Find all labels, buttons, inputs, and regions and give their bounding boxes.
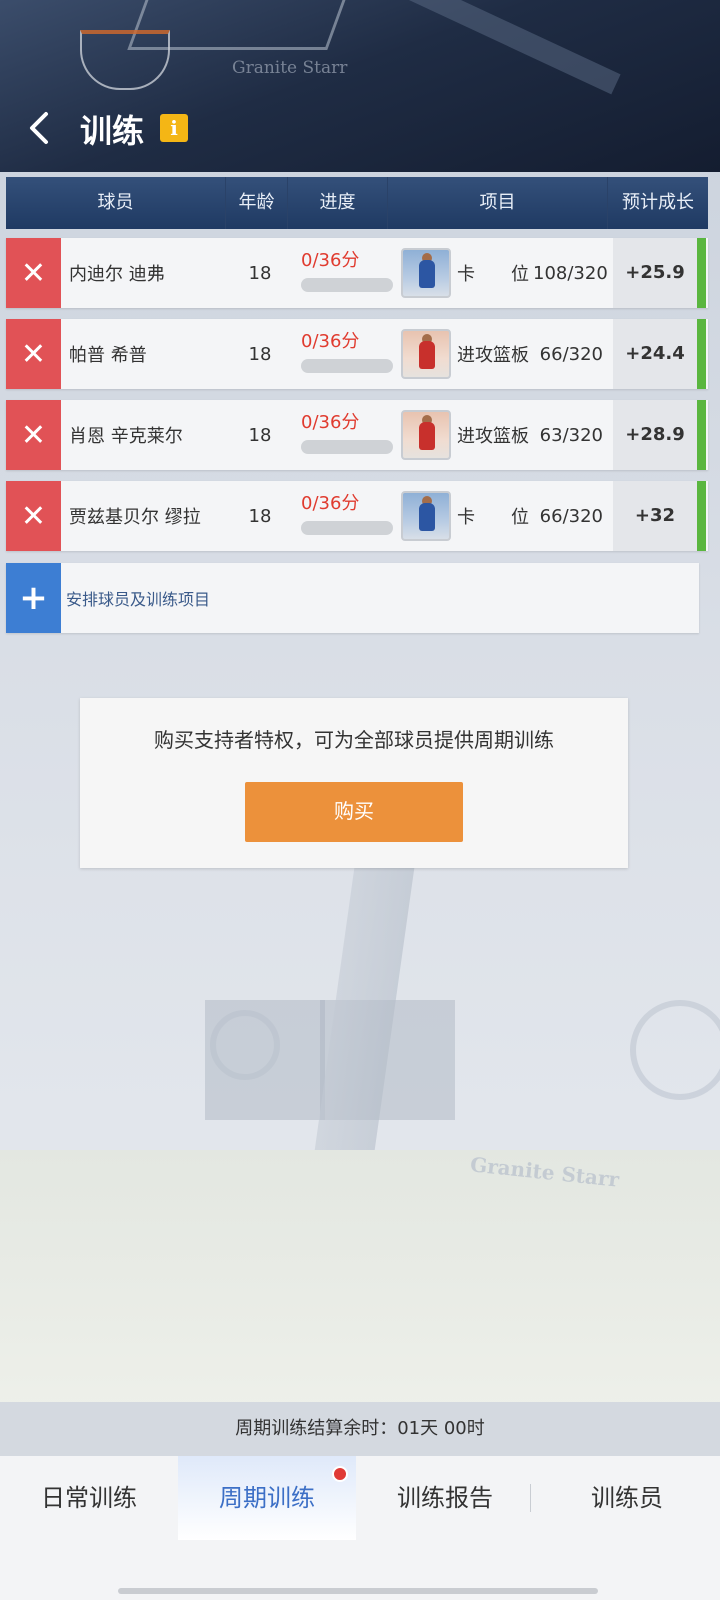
table-row[interactable]: ✕ 内迪尔 迪弗 18 0/36分 卡 位 108/320 +25.9 [6,238,708,308]
skill-score: 108/320 [533,262,608,284]
back-button[interactable] [22,108,58,148]
table-row[interactable]: ✕ 贾兹基贝尔 缪拉 18 0/36分 卡 位 66/320 +32 [6,481,708,551]
court-logo [210,1010,280,1080]
training-item-thumbnail[interactable] [401,248,451,298]
player-figure [419,260,435,288]
court-logo [630,1000,720,1100]
player-figure [419,341,435,369]
player-figure [419,503,435,531]
settlement-countdown: 周期训练结算余时：01天 00时 [0,1402,720,1456]
add-training-label: 安排球员及训练项目 [66,590,211,609]
bottom-tab-bar: 日常训练 周期训练 训练报告 训练员 [0,1456,720,1600]
tab-trainers[interactable]: 训练员 [534,1456,720,1540]
progress-points: 0/36分 [301,493,360,514]
skill-score: 66/320 [539,343,603,365]
row-status-edge [697,238,706,308]
remove-icon[interactable]: ✕ [6,238,61,308]
training-skill: 卡 位 [457,264,529,285]
plus-icon[interactable]: + [6,563,61,633]
tab-divider [530,1484,531,1512]
supporter-promo: 购买支持者特权，可为全部球员提供周期训练 购买 [80,698,628,868]
progress-bar [301,521,393,535]
progress-cell: 0/36分 [289,319,399,389]
col-age: 年龄 [226,177,288,229]
row-status-edge [697,481,706,551]
player-age: 18 [248,343,272,365]
remove-icon[interactable]: ✕ [6,481,61,551]
table-row[interactable]: ✕ 帕普 希普 18 0/36分 进攻篮板 66/320 +24.4 [6,319,708,389]
col-player: 球员 [6,177,226,229]
expected-growth: +24.4 [613,319,697,389]
player-figure [419,422,435,450]
expected-growth: +28.9 [613,400,697,470]
expected-growth: +25.9 [613,238,697,308]
basket-net [80,30,170,90]
training-item-thumbnail[interactable] [401,329,451,379]
tab-periodic-training[interactable]: 周期训练 [178,1456,356,1540]
beam [339,0,621,95]
remove-icon[interactable]: ✕ [6,319,61,389]
notification-dot-icon [332,1466,348,1482]
progress-points: 0/36分 [301,331,360,352]
tab-periodic-training-label: 周期训练 [219,1484,315,1512]
skill-score: 66/320 [539,505,603,527]
table-header: 球员 年龄 进度 项目 预计成长 [6,177,708,229]
col-item: 项目 [388,177,608,229]
player-name: 肖恩 辛克莱尔 [69,426,183,447]
remove-icon[interactable]: ✕ [6,400,61,470]
tab-daily-training[interactable]: 日常训练 [0,1456,178,1540]
training-skill: 进攻篮板 [457,345,529,366]
expected-growth: +32 [613,481,697,551]
tab-training-report[interactable]: 训练报告 [356,1456,534,1540]
progress-bar [301,278,393,292]
add-training-row[interactable]: + 安排球员及训练项目 [6,563,699,633]
progress-bar [301,440,393,454]
skill-score: 63/320 [539,424,603,446]
header-watermark: Granite Starr [232,58,348,78]
player-name: 内迪尔 迪弗 [69,264,165,285]
player-age: 18 [248,505,272,527]
progress-cell: 0/36分 [289,481,399,551]
row-status-edge [697,400,706,470]
progress-cell: 0/36分 [289,400,399,470]
training-item-thumbnail[interactable] [401,410,451,460]
training-skill: 卡 位 [457,507,529,528]
buy-button[interactable]: 购买 [245,782,463,842]
player-age: 18 [248,424,272,446]
player-name: 贾兹基贝尔 缪拉 [69,507,201,528]
promo-message: 购买支持者特权，可为全部球员提供周期训练 [154,728,554,752]
player-name: 帕普 希普 [69,345,147,366]
row-status-edge [697,319,706,389]
info-icon[interactable]: i [160,114,188,142]
training-item-thumbnail[interactable] [401,491,451,541]
chevron-left-icon [30,112,48,144]
progress-cell: 0/36分 [289,238,399,308]
progress-points: 0/36分 [301,412,360,433]
progress-bar [301,359,393,373]
page-title: 训练 [80,112,145,150]
table-row[interactable]: ✕ 肖恩 辛克莱尔 18 0/36分 进攻篮板 63/320 +28.9 [6,400,708,470]
training-skill: 进攻篮板 [457,426,529,447]
player-age: 18 [248,262,272,284]
col-progress: 进度 [288,177,388,229]
progress-points: 0/36分 [301,250,360,271]
col-growth: 预计成长 [622,192,694,213]
home-indicator[interactable] [118,1588,598,1594]
